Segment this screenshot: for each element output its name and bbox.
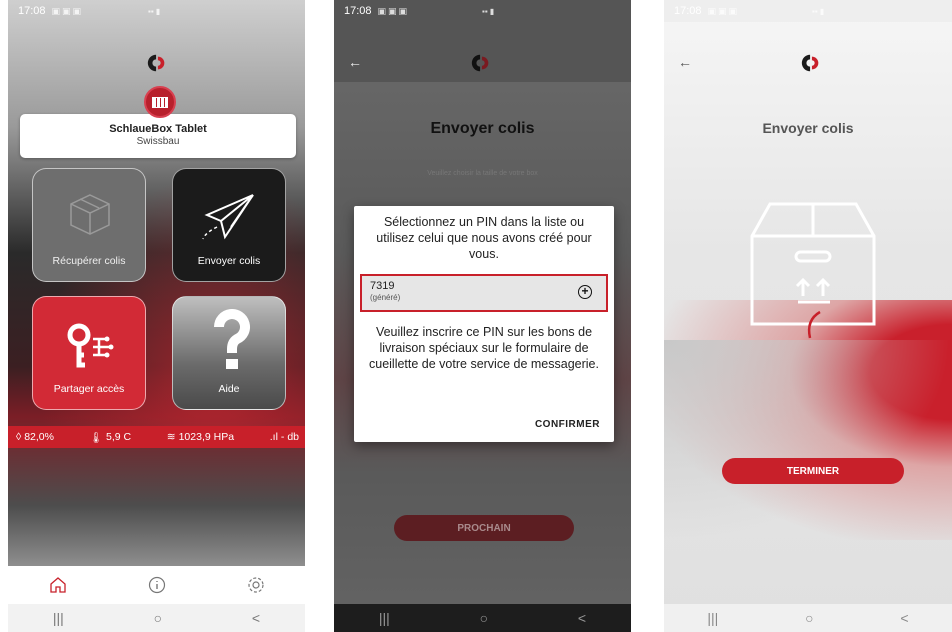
- system-navigation-bar: ||| ○ <: [664, 604, 952, 632]
- gear-icon[interactable]: [247, 576, 265, 594]
- system-navigation-bar: ||| ○ <: [334, 604, 631, 632]
- system-navigation-bar: ||| ○ <: [8, 604, 305, 632]
- wind-icon: ≋: [166, 431, 176, 443]
- brand-logo-icon: [147, 54, 165, 72]
- dialog-message: Sélectionnez un PIN dans la liste ou uti…: [376, 215, 592, 261]
- temperature-reading: 🌡︎ 5,9 C: [89, 431, 132, 444]
- recent-apps-button[interactable]: |||: [379, 610, 390, 626]
- signal-bars-icon: .ıl: [269, 431, 278, 443]
- status-bar: 17:08 ▣▣▣ ▪▪ ▮: [664, 0, 952, 22]
- partager-acces-label: Partager accès: [53, 383, 125, 395]
- recent-apps-button[interactable]: |||: [53, 610, 64, 626]
- bottom-navigation: [8, 566, 305, 604]
- pin-hint: (généré): [370, 293, 401, 302]
- home-screen: 17:08 ▣▣▣ ▪▪ ▮ SchlaueBox Tablet Swissba…: [8, 0, 305, 632]
- next-button[interactable]: PROCHAIN: [394, 515, 574, 541]
- aide-label: Aide: [218, 383, 240, 395]
- send-complete-screen: 17:08 ▣▣▣ ▪▪ ▮ ← Envoyer colis TERMINER …: [664, 0, 952, 632]
- back-system-button[interactable]: <: [900, 610, 908, 626]
- paper-plane-icon: [202, 194, 254, 240]
- pin-value: 7319: [370, 280, 395, 292]
- back-arrow-icon[interactable]: ←: [348, 54, 362, 70]
- signal-reading: .ıl - db: [269, 431, 299, 443]
- envoyer-colis-label: Envoyer colis: [197, 255, 261, 267]
- humidity-reading: ◊ 82,0%: [16, 431, 54, 443]
- brand-logo-icon: [801, 54, 819, 72]
- recuperer-colis-label: Récupérer colis: [52, 255, 126, 267]
- pin-dialog-screen: 17:08 ▣▣▣ ▪▪ ▮ ← Envoyer colis Veuillez …: [334, 0, 631, 632]
- status-bar: 17:08 ▣▣▣ ▪▪ ▮: [8, 0, 305, 22]
- home-system-button[interactable]: ○: [805, 610, 813, 626]
- status-time: 17:08: [344, 5, 372, 17]
- home-system-button[interactable]: ○: [480, 610, 488, 626]
- pin-dialog: Sélectionnez un PIN dans la liste ou uti…: [354, 206, 614, 442]
- package-icon: [70, 194, 110, 235]
- page-subtitle: Veuillez choisir la taille de votre box: [427, 170, 538, 177]
- confirm-button[interactable]: CONFIRMER: [535, 419, 600, 430]
- dialog-instructions: Veuillez inscrire ce PIN sur les bons de…: [369, 325, 599, 371]
- pin-select[interactable]: 7319 (généré) +: [360, 274, 608, 312]
- signal-battery-icons: ▪▪ ▮: [148, 6, 161, 16]
- page-title: Envoyer colis: [762, 120, 854, 136]
- device-name: SchlaueBox Tablet: [109, 123, 207, 135]
- screenshot-collage: 17:08 ▣▣▣ ▪▪ ▮ SchlaueBox Tablet Swissba…: [0, 0, 952, 632]
- home-icon[interactable]: [49, 576, 67, 594]
- brand-logo-icon: [471, 54, 489, 72]
- droplet-icon: ◊: [16, 431, 22, 443]
- info-icon[interactable]: [148, 576, 166, 594]
- home-system-button[interactable]: ○: [154, 610, 162, 626]
- status-bar: 17:08 ▣▣▣ ▪▪ ▮: [334, 0, 631, 22]
- recent-apps-button[interactable]: |||: [707, 610, 718, 626]
- finish-button[interactable]: TERMINER: [722, 458, 904, 484]
- status-time: 17:08: [18, 5, 46, 17]
- back-arrow-icon[interactable]: ←: [678, 54, 692, 70]
- plus-circle-icon[interactable]: +: [578, 285, 592, 299]
- pressure-reading: ≋ 1023,9 HPa: [166, 431, 235, 443]
- back-system-button[interactable]: <: [578, 610, 586, 626]
- notification-icons: ▣▣▣: [707, 5, 740, 16]
- back-system-button[interactable]: <: [252, 610, 260, 626]
- key-share-icon: [67, 323, 114, 368]
- question-mark-icon: [214, 309, 250, 369]
- device-card[interactable]: SchlaueBox Tablet Swissbau: [20, 114, 296, 158]
- sensor-bar: ◊ 82,0% 🌡︎ 5,9 C ≋ 1023,9 HPa .ıl - db: [8, 426, 305, 448]
- aide-button[interactable]: Aide: [172, 296, 286, 410]
- partager-acces-button[interactable]: Partager accès: [32, 296, 146, 410]
- thermometer-icon: 🌡︎: [89, 431, 103, 444]
- device-grid-icon: [144, 86, 176, 118]
- recuperer-colis-button[interactable]: Récupérer colis: [32, 168, 146, 282]
- notification-icons: ▣▣▣: [377, 5, 410, 16]
- notification-icons: ▣▣▣: [51, 5, 84, 16]
- signal-battery-icons: ▪▪ ▮: [482, 6, 495, 16]
- signal-battery-icons: ▪▪ ▮: [812, 6, 825, 16]
- envoyer-colis-button[interactable]: Envoyer colis: [172, 168, 286, 282]
- page-title: Envoyer colis: [430, 120, 535, 137]
- device-location: Swissbau: [136, 136, 180, 147]
- box-open-upload-icon: [750, 202, 876, 339]
- status-time: 17:08: [674, 5, 702, 17]
